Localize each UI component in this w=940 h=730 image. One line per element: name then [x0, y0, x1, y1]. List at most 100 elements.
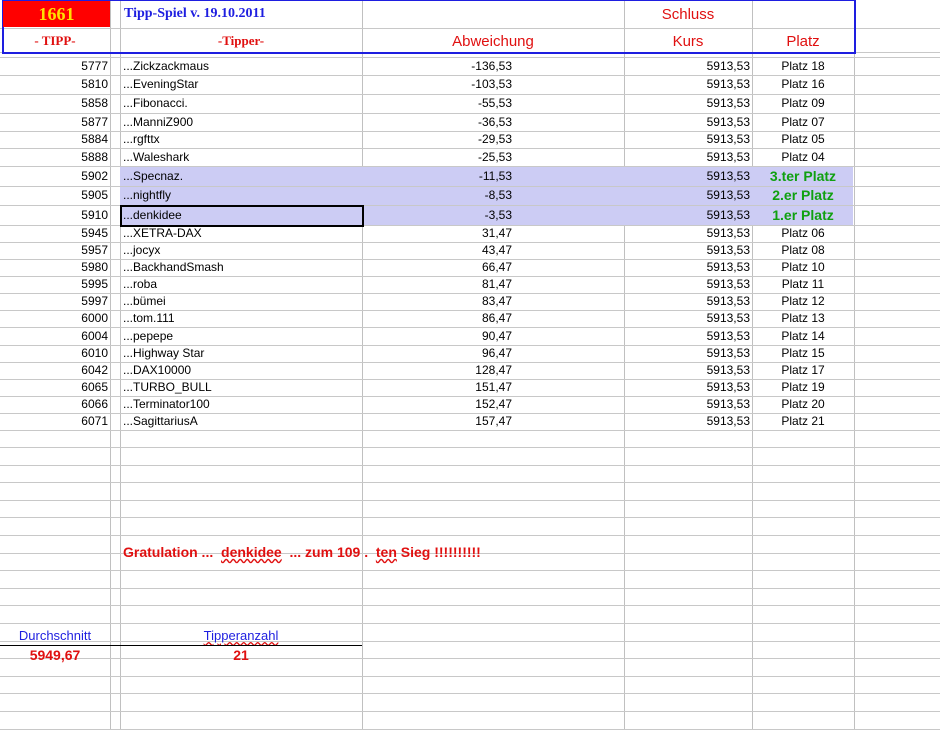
- platz-cell[interactable]: Platz 21: [752, 413, 854, 430]
- tipp-cell[interactable]: 5995: [0, 276, 108, 293]
- platz-cell[interactable]: Platz 16: [752, 76, 854, 93]
- abweichung-cell[interactable]: -3,53: [362, 207, 512, 224]
- tipper-count-label[interactable]: Tipperanzahl: [120, 627, 362, 644]
- platz-cell[interactable]: Platz 10: [752, 259, 854, 276]
- average-value[interactable]: 5949,67: [0, 647, 110, 664]
- tipper-cell[interactable]: ...TURBO_BULL: [123, 379, 361, 396]
- kurs-cell[interactable]: 5913,53: [624, 345, 750, 362]
- abweichung-cell[interactable]: -55,53: [362, 95, 512, 112]
- abweichung-header[interactable]: Abweichung: [362, 33, 624, 50]
- platz-cell[interactable]: Platz 17: [752, 362, 854, 379]
- tipp-cell[interactable]: 5858: [0, 95, 108, 112]
- tipper-cell[interactable]: ...jocyx: [123, 242, 361, 259]
- tipp-cell[interactable]: 6010: [0, 345, 108, 362]
- kurs-cell[interactable]: 5913,53: [624, 259, 750, 276]
- platz-cell[interactable]: Platz 07: [752, 114, 854, 131]
- platz-cell[interactable]: Platz 09: [752, 95, 854, 112]
- tipper-cell[interactable]: ...tom.111: [123, 310, 361, 327]
- kurs-cell[interactable]: 5913,53: [624, 149, 750, 166]
- tipp-cell[interactable]: 5777: [0, 58, 108, 75]
- tipp-cell[interactable]: 5997: [0, 293, 108, 310]
- tipp-cell[interactable]: 5888: [0, 149, 108, 166]
- tipper-cell[interactable]: ...Fibonacci.: [123, 95, 361, 112]
- kurs-cell[interactable]: 5913,53: [624, 242, 750, 259]
- kurs-cell[interactable]: 5913,53: [624, 328, 750, 345]
- tipp-cell[interactable]: 5910: [0, 207, 108, 224]
- platz-cell[interactable]: Platz 11: [752, 276, 854, 293]
- tipp-cell[interactable]: 6071: [0, 413, 108, 430]
- kurs-cell[interactable]: 5913,53: [624, 131, 750, 148]
- kurs-cell[interactable]: 5913,53: [624, 187, 750, 204]
- tipper-cell[interactable]: ...ManniZ900: [123, 114, 361, 131]
- abweichung-cell[interactable]: -136,53: [362, 58, 512, 75]
- platz-cell[interactable]: Platz 08: [752, 242, 854, 259]
- tipper-cell[interactable]: ...SagittariusA: [123, 413, 361, 430]
- abweichung-cell[interactable]: 66,47: [362, 259, 512, 276]
- tipper-cell[interactable]: ...nightfly: [123, 187, 361, 204]
- schluss-header[interactable]: Schluss: [624, 6, 752, 23]
- platz-cell[interactable]: Platz 05: [752, 131, 854, 148]
- tipp-cell[interactable]: 6004: [0, 328, 108, 345]
- platz-cell[interactable]: Platz 19: [752, 379, 854, 396]
- tipp-header[interactable]: - TIPP-: [0, 33, 110, 49]
- abweichung-cell[interactable]: 128,47: [362, 362, 512, 379]
- kurs-cell[interactable]: 5913,53: [624, 95, 750, 112]
- platz-cell[interactable]: Platz 14: [752, 328, 854, 345]
- tipp-cell[interactable]: 5905: [0, 187, 108, 204]
- tipp-cell[interactable]: 5902: [0, 168, 108, 185]
- abweichung-cell[interactable]: -8,53: [362, 187, 512, 204]
- abweichung-cell[interactable]: 90,47: [362, 328, 512, 345]
- kurs-cell[interactable]: 5913,53: [624, 362, 750, 379]
- tipper-cell[interactable]: ...Highway Star: [123, 345, 361, 362]
- abweichung-cell[interactable]: -36,53: [362, 114, 512, 131]
- kurs-cell[interactable]: 5913,53: [624, 168, 750, 185]
- abweichung-cell[interactable]: -29,53: [362, 131, 512, 148]
- tipper-cell[interactable]: ...rgfttx: [123, 131, 361, 148]
- tipper-header[interactable]: -Tipper-: [120, 33, 362, 49]
- tipper-cell[interactable]: ...bümei: [123, 293, 361, 310]
- kurs-cell[interactable]: 5913,53: [624, 310, 750, 327]
- tipp-cell[interactable]: 5884: [0, 131, 108, 148]
- kurs-cell[interactable]: 5913,53: [624, 413, 750, 430]
- tipper-cell[interactable]: ...Waleshark: [123, 149, 361, 166]
- tipper-cell[interactable]: ...DAX10000: [123, 362, 361, 379]
- kurs-cell[interactable]: 5913,53: [624, 225, 750, 242]
- abweichung-cell[interactable]: 31,47: [362, 225, 512, 242]
- platz-cell[interactable]: 2.er Platz: [752, 187, 854, 204]
- kurs-cell[interactable]: 5913,53: [624, 207, 750, 224]
- kurs-cell[interactable]: 5913,53: [624, 76, 750, 93]
- platz-cell[interactable]: Platz 15: [752, 345, 854, 362]
- tipper-cell[interactable]: ...roba: [123, 276, 361, 293]
- abweichung-cell[interactable]: 96,47: [362, 345, 512, 362]
- kurs-cell[interactable]: 5913,53: [624, 276, 750, 293]
- platz-cell[interactable]: Platz 12: [752, 293, 854, 310]
- abweichung-cell[interactable]: -11,53: [362, 168, 512, 185]
- platz-cell[interactable]: 1.er Platz: [752, 207, 854, 224]
- tipper-count-value[interactable]: 21: [120, 647, 362, 664]
- kurs-cell[interactable]: 5913,53: [624, 396, 750, 413]
- kurs-cell[interactable]: 5913,53: [624, 114, 750, 131]
- tipper-cell[interactable]: ...EveningStar: [123, 76, 361, 93]
- abweichung-cell[interactable]: 152,47: [362, 396, 512, 413]
- tipper-cell[interactable]: ...XETRA-DAX: [123, 225, 361, 242]
- platz-cell[interactable]: Platz 18: [752, 58, 854, 75]
- tipp-cell[interactable]: 6000: [0, 310, 108, 327]
- tipp-cell[interactable]: 5877: [0, 114, 108, 131]
- tipp-cell[interactable]: 5945: [0, 225, 108, 242]
- abweichung-cell[interactable]: 157,47: [362, 413, 512, 430]
- abweichung-cell[interactable]: -103,53: [362, 76, 512, 93]
- tipper-cell[interactable]: ...Specnaz.: [123, 168, 361, 185]
- platz-cell[interactable]: Platz 13: [752, 310, 854, 327]
- kurs-cell[interactable]: 5913,53: [624, 58, 750, 75]
- abweichung-cell[interactable]: 43,47: [362, 242, 512, 259]
- tipper-cell[interactable]: ...BackhandSmash: [123, 259, 361, 276]
- platz-cell[interactable]: 3.ter Platz: [752, 168, 854, 185]
- average-label[interactable]: Durchschnitt: [0, 627, 110, 644]
- tipp-cell[interactable]: 6066: [0, 396, 108, 413]
- abweichung-cell[interactable]: 86,47: [362, 310, 512, 327]
- platz-header[interactable]: Platz: [752, 33, 854, 50]
- platz-cell[interactable]: Platz 04: [752, 149, 854, 166]
- kurs-header[interactable]: Kurs: [624, 33, 752, 50]
- tipp-cell[interactable]: 5957: [0, 242, 108, 259]
- tipper-cell[interactable]: ...Zickzackmaus: [123, 58, 361, 75]
